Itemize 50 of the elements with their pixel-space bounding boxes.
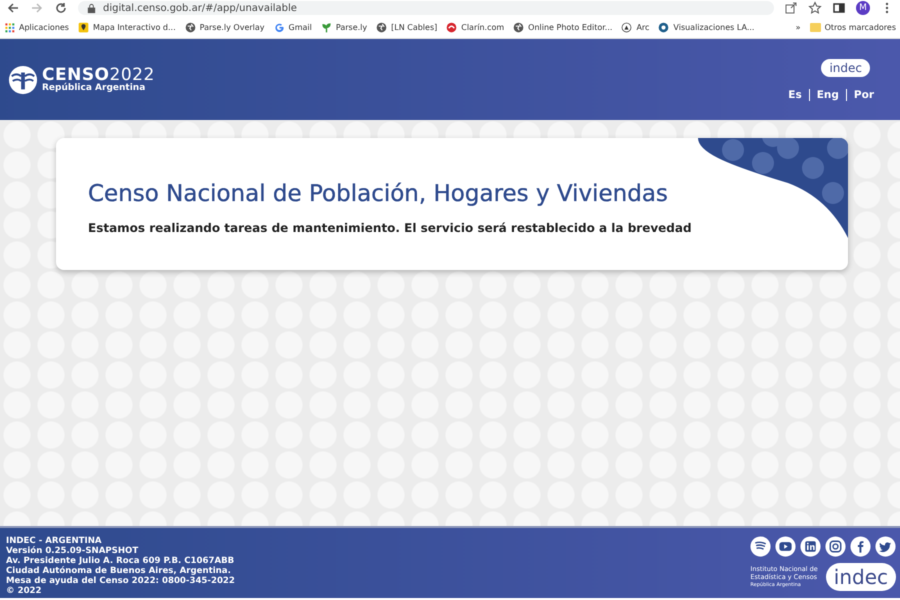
- address-bar[interactable]: digital.censo.gob.ar/#/app/unavailable: [78, 1, 774, 15]
- footer-text: © 2022: [6, 586, 43, 596]
- twitter-icon[interactable]: [875, 536, 896, 556]
- bookmark-link[interactable]: Online Photo Editor...: [528, 22, 612, 32]
- footer-text: INDEC - ARGENTINA: [6, 536, 103, 546]
- profile-avatar[interactable]: M: [856, 1, 870, 15]
- bookmark-link[interactable]: [LN Cables]: [391, 22, 438, 32]
- indec-logo: indec: [821, 58, 870, 76]
- language-link[interactable]: Por: [846, 88, 874, 100]
- youtube-icon[interactable]: [775, 536, 796, 556]
- bookmark-link[interactable]: Aplicaciones: [19, 22, 69, 32]
- share-icon[interactable]: [784, 1, 798, 15]
- bookmark-folder[interactable]: Otros marcadores: [824, 22, 896, 32]
- bookmark-link[interactable]: Mapa Interactivo d...: [92, 22, 176, 32]
- spotify-icon[interactable]: [750, 536, 771, 556]
- bookmark-link[interactable]: Visualizaciones LA...: [673, 22, 754, 32]
- folder-icon: [810, 22, 821, 32]
- bookmark-link[interactable]: Parse.ly Overlay: [200, 22, 265, 32]
- logo-title: CENSO2022: [42, 66, 155, 84]
- star-icon[interactable]: [808, 1, 822, 15]
- footer-text: Av. Presidente Julio A. Roca 609 P.B. C1067ABB: [6, 556, 235, 566]
- back-arrow-icon[interactable]: [6, 1, 20, 15]
- logo-subtitle: República Argentina: [42, 84, 146, 92]
- google-g-icon: [274, 22, 285, 32]
- bookmark-link[interactable]: Gmail: [288, 22, 312, 32]
- language-link[interactable]: Es: [781, 88, 809, 100]
- map-pin-icon: [78, 22, 89, 32]
- footer-text: Ciudad Autónoma de Buenos Aires, Argentina.: [6, 566, 232, 576]
- footer-text: Mesa de ayuda del Censo 2022: 0800-345-2022: [6, 576, 235, 586]
- swirl-logo-icon: [446, 22, 458, 32]
- page-title: Censo Nacional de Población, Hogares y Viviendas: [88, 181, 669, 207]
- bookmark-link[interactable]: Arc: [636, 22, 650, 32]
- maintenance-message: Estamos realizando tareas de mantenimiento. El servicio será restablecido a la brevedad: [88, 221, 693, 235]
- side-panel-icon[interactable]: [832, 1, 846, 15]
- reload-icon[interactable]: [54, 1, 68, 15]
- census-logo-icon: [8, 64, 38, 94]
- instagram-icon[interactable]: [825, 536, 846, 556]
- bookmark-link[interactable]: Clarín.com: [461, 22, 504, 32]
- apps-grid-icon[interactable]: [4, 22, 15, 32]
- lock-icon: [86, 2, 97, 14]
- facebook-icon[interactable]: [850, 536, 871, 556]
- circle-logo-icon: [658, 22, 670, 32]
- plant-icon: [320, 22, 332, 32]
- footer-text: Versión 0.25.09-SNAPSHOT: [6, 546, 140, 556]
- more-bookmarks-button[interactable]: »: [796, 22, 801, 32]
- language-link[interactable]: Eng: [808, 88, 846, 100]
- linkedin-icon[interactable]: [800, 536, 821, 556]
- triangle-circle-icon: [621, 22, 632, 32]
- indec-logo: indec: [826, 562, 896, 590]
- bookmark-link[interactable]: Parse.ly: [336, 22, 368, 32]
